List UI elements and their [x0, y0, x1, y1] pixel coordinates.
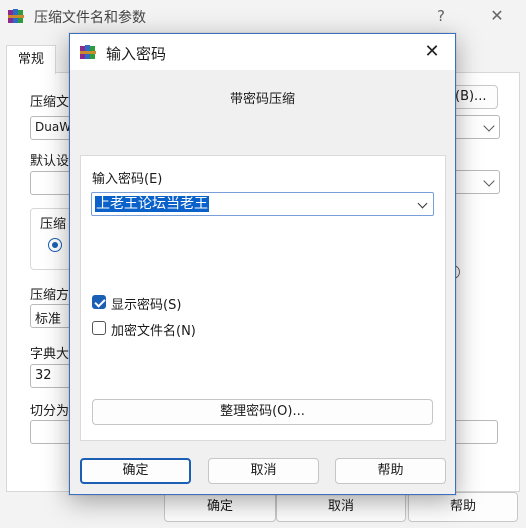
password-input[interactable]: 上老王论坛当老王: [91, 192, 434, 216]
dialog-title: 输入密码: [106, 45, 167, 63]
password-dialog: 输入密码 ✕ 带密码压缩 输入密码(E) 上老王论坛当老王 显示密码(S) 加密…: [69, 33, 456, 495]
help-icon[interactable]: ?: [430, 5, 452, 27]
close-icon[interactable]: ✕: [484, 4, 510, 28]
background-cancel-button[interactable]: 取消: [276, 492, 406, 522]
show-password-label[interactable]: 显示密码(S): [111, 294, 181, 313]
compression-method-label: 压缩方: [30, 288, 70, 303]
background-help-button[interactable]: 帮助: [408, 492, 518, 522]
tab-general[interactable]: 常规: [6, 45, 56, 74]
dialog-titlebar: 输入密码 ✕: [70, 34, 455, 70]
format-radio-selected[interactable]: [48, 238, 62, 252]
password-label: 输入密码(E): [92, 172, 163, 187]
show-password-checkbox[interactable]: [92, 295, 106, 309]
winrar-app-icon: [8, 9, 24, 23]
encrypt-filenames-checkbox[interactable]: [92, 321, 106, 335]
close-icon[interactable]: ✕: [420, 41, 444, 63]
background-ok-button[interactable]: 确定: [164, 492, 276, 522]
dialog-subtitle: 带密码压缩: [229, 92, 295, 107]
split-volume-label: 切分为: [30, 404, 70, 419]
dictionary-size-label: 字典大: [30, 347, 70, 362]
encrypt-filenames-label[interactable]: 加密文件名(N): [111, 320, 196, 339]
background-window-title: 压缩文件名和参数: [34, 10, 146, 26]
chevron-down-icon: [483, 120, 495, 132]
default-profile-label: 默认设: [30, 154, 70, 169]
cancel-button[interactable]: 取消: [208, 458, 319, 484]
organize-passwords-button[interactable]: 整理密码(O)...: [92, 399, 433, 425]
help-button[interactable]: 帮助: [335, 458, 446, 484]
password-value: 上老王论坛当老王: [95, 196, 209, 212]
chevron-down-icon: [483, 175, 495, 187]
background-titlebar: 压缩文件名和参数 ? ✕: [0, 0, 526, 32]
chevron-down-icon[interactable]: [417, 198, 428, 209]
ok-button[interactable]: 确定: [80, 458, 191, 484]
archive-format-label: 压缩: [40, 217, 67, 232]
winrar-app-icon: [80, 45, 96, 59]
archive-name-label: 压缩文: [30, 95, 70, 110]
